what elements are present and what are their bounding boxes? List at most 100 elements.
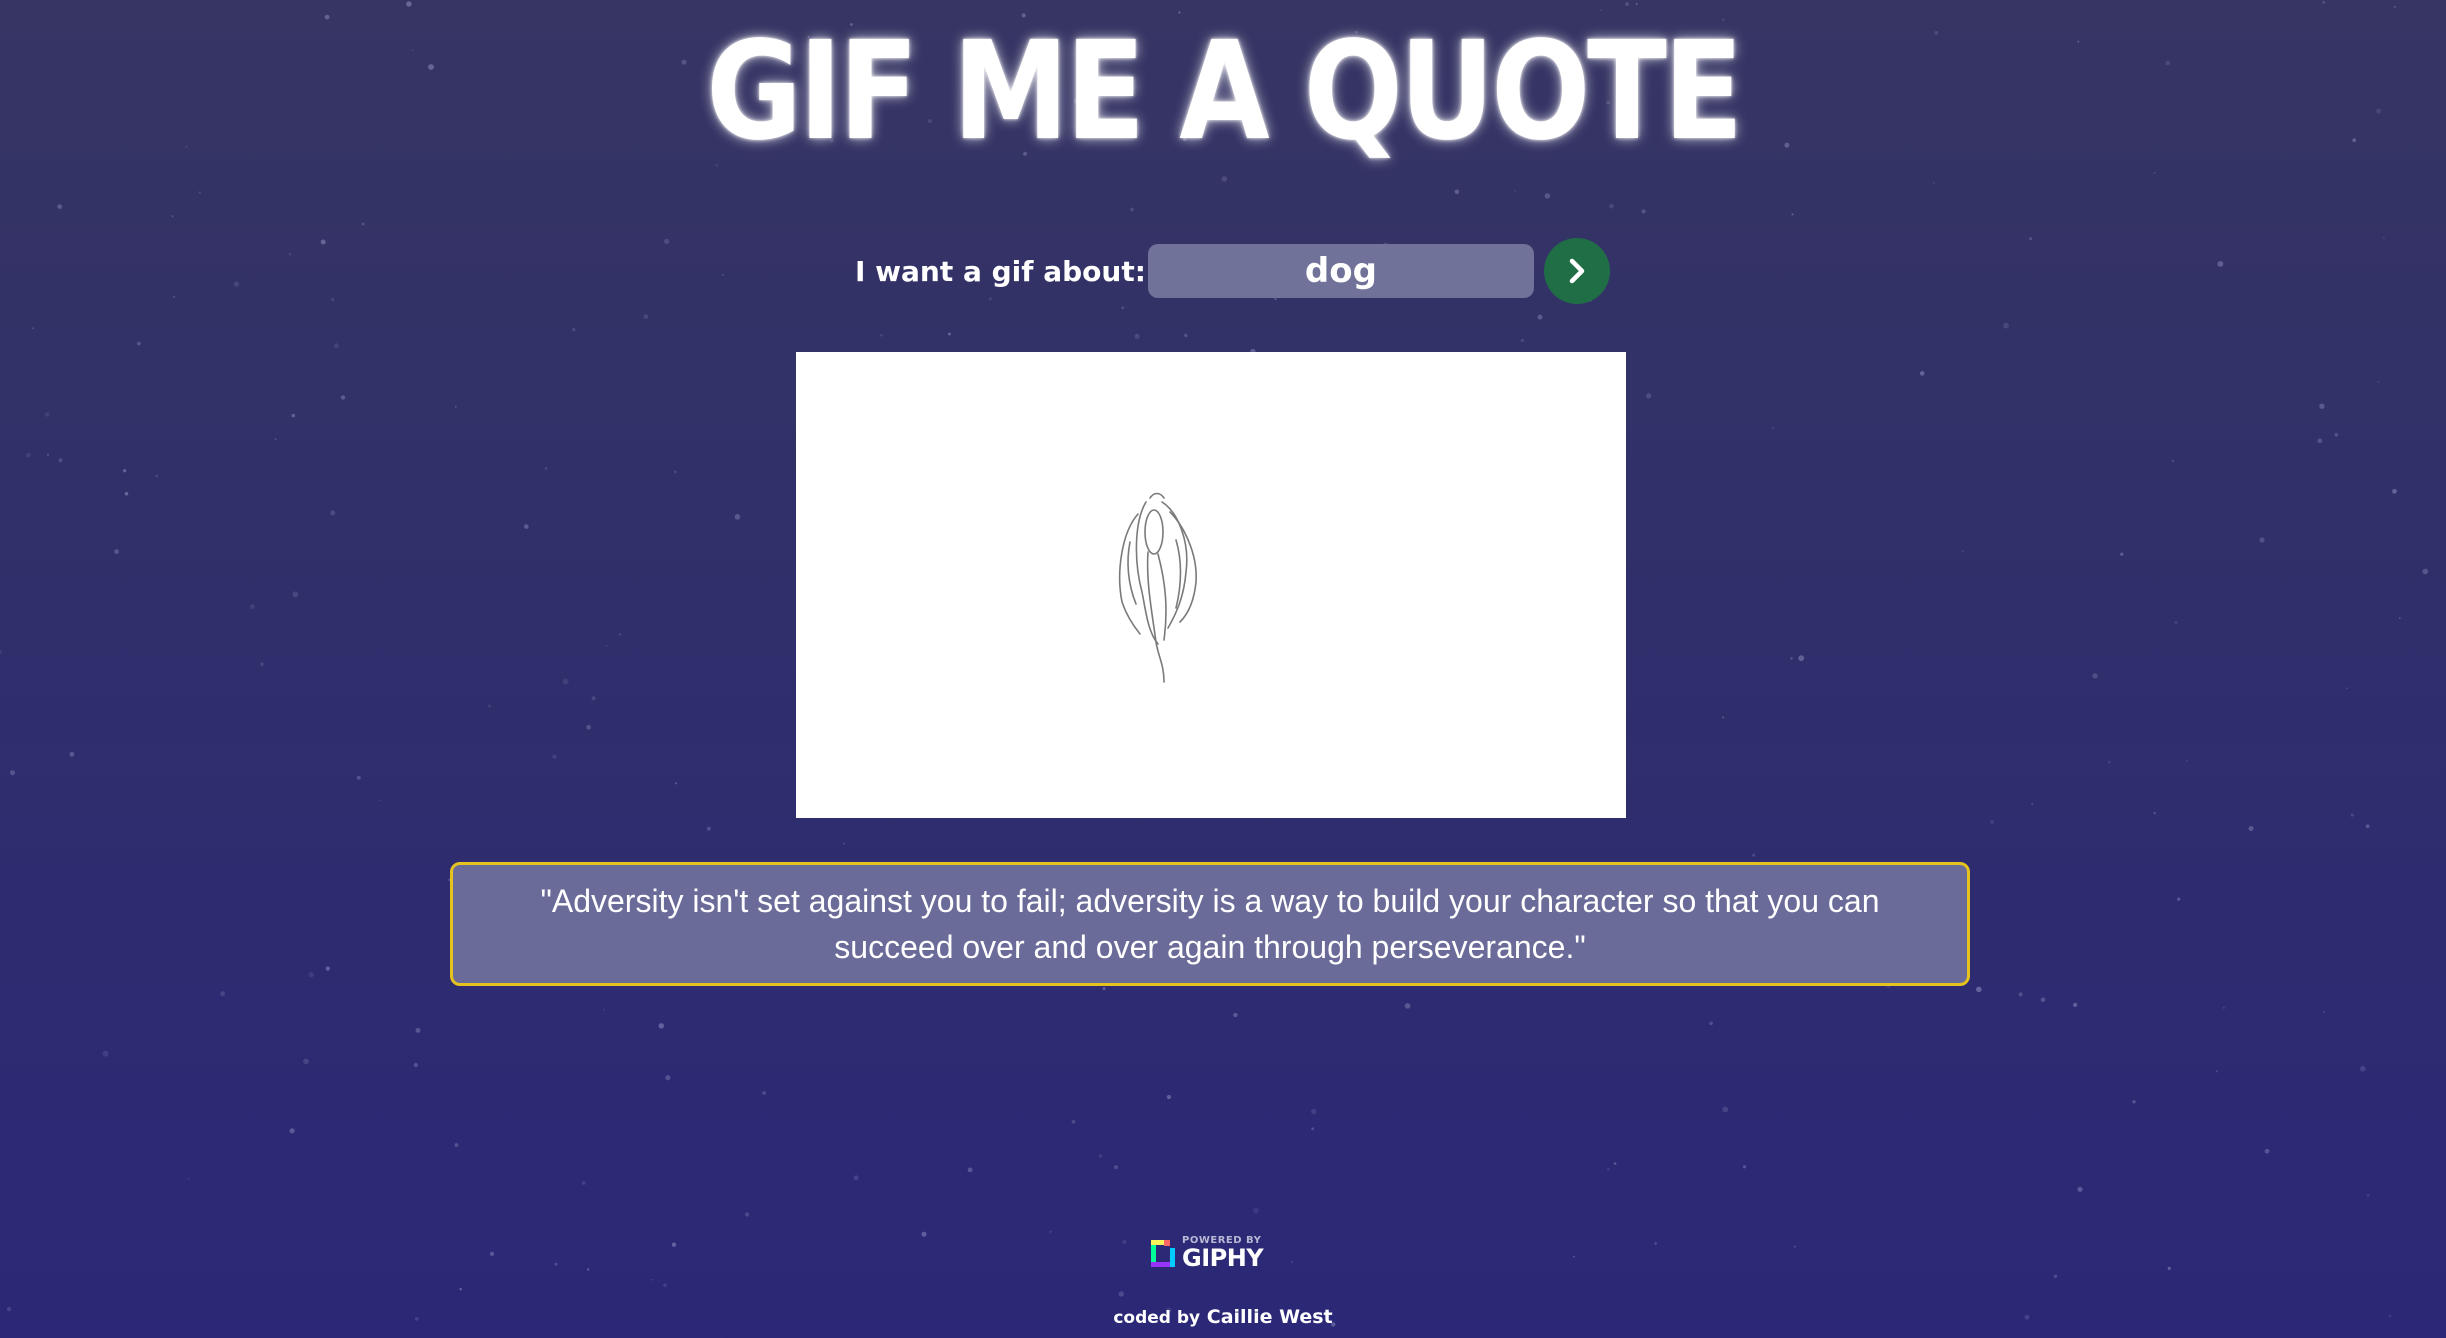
- star-speck: [1752, 853, 1756, 857]
- star-speck: [2092, 673, 2098, 679]
- star-speck: [605, 645, 608, 648]
- star-speck: [591, 696, 596, 701]
- search-input[interactable]: [1147, 244, 1534, 298]
- star-speck: [114, 549, 119, 554]
- submit-button[interactable]: [1543, 238, 1610, 304]
- star-speck: [320, 239, 326, 245]
- star-speck: [2264, 1148, 2270, 1154]
- star-speck: [488, 704, 491, 708]
- star-speck: [665, 1075, 671, 1081]
- star-speck: [1537, 314, 1543, 320]
- star-speck: [173, 295, 176, 298]
- star-speck: [1625, 2, 1629, 6]
- star-speck: [2153, 171, 2156, 174]
- star-speck: [1122, 1239, 1127, 1245]
- star-speck: [1233, 1012, 1238, 1018]
- star-speck: [1722, 716, 1725, 719]
- star-speck: [2077, 1186, 2083, 1192]
- star-speck: [2132, 1100, 2136, 1104]
- star-speck: [1253, 1207, 1259, 1214]
- star-speck: [1791, 213, 1794, 216]
- star-speck: [562, 678, 569, 685]
- star-speck: [2346, 687, 2348, 690]
- star-speck: [843, 842, 845, 845]
- star-speck: [2073, 1002, 2078, 1008]
- star-speck: [552, 754, 557, 759]
- star-speck: [155, 474, 159, 478]
- star-speck: [967, 1167, 973, 1173]
- star-speck: [554, 1262, 558, 1266]
- star-speck: [2215, 1070, 2218, 1073]
- star-speck: [1049, 1230, 1052, 1234]
- star-speck: [2040, 997, 2046, 1002]
- star-speck: [1134, 333, 1140, 339]
- star-speck: [1113, 1165, 1119, 1170]
- star-speck: [288, 252, 292, 256]
- star-speck: [1919, 371, 1925, 376]
- star-speck: [2186, 759, 2189, 762]
- star-speck: [1607, 1168, 1610, 1171]
- star-speck: [356, 775, 361, 780]
- star-speck: [31, 327, 34, 330]
- star-speck: [1962, 550, 1965, 553]
- star-speck: [706, 826, 711, 831]
- star-speck: [58, 458, 63, 463]
- star-speck: [2352, 138, 2357, 143]
- star-speck: [2031, 802, 2034, 805]
- star-speck: [921, 1231, 927, 1237]
- star-speck: [413, 1062, 418, 1068]
- star-speck: [1609, 203, 1614, 209]
- star-speck: [2222, 1006, 2225, 1009]
- star-speck: [2029, 237, 2033, 241]
- star-speck: [722, 274, 724, 276]
- star-speck: [2174, 620, 2178, 624]
- star-speck: [2053, 1274, 2058, 1279]
- star-speck: [10, 770, 15, 776]
- star-speck: [303, 1058, 309, 1065]
- star-speck: [853, 1175, 859, 1181]
- star-speck: [2350, 813, 2354, 817]
- star-speck: [1184, 333, 1188, 338]
- star-speck: [524, 524, 529, 529]
- search-label: I want a gif about:: [855, 254, 1146, 288]
- star-speck: [2377, 381, 2380, 384]
- star-speck: [454, 1143, 459, 1147]
- star-speck: [26, 452, 31, 458]
- giphy-logo-icon: [1151, 1240, 1175, 1267]
- star-speck: [250, 604, 255, 610]
- star-speck: [1646, 393, 1652, 399]
- star-speck: [658, 1023, 664, 1029]
- star-speck: [1130, 207, 1134, 212]
- star-speck: [2217, 261, 2224, 267]
- quote-text: "Adversity isn't set against you to fail…: [540, 883, 1880, 965]
- star-speck: [330, 297, 335, 302]
- star-speck: [1098, 1154, 1103, 1158]
- star-speck: [124, 491, 129, 496]
- star-speck: [1520, 338, 1525, 343]
- star-speck: [325, 966, 330, 971]
- powered-by-giphy-badge[interactable]: POWERED BY GIPHY: [1148, 1236, 1264, 1270]
- credit-author: Caillie West: [1206, 1306, 1333, 1328]
- star-speck: [2018, 992, 2023, 997]
- star-speck: [1599, 9, 1602, 12]
- star-speck: [2323, 1010, 2326, 1013]
- star-speck: [489, 1251, 495, 1256]
- chevron-right-icon: [1569, 258, 1585, 284]
- star-speck: [2120, 552, 2124, 556]
- star-speck: [947, 332, 951, 336]
- star-speck: [673, 470, 677, 474]
- star-speck: [1613, 1162, 1617, 1165]
- star-speck: [291, 413, 295, 418]
- star-speck: [1635, 2, 1638, 6]
- star-speck: [1976, 986, 1982, 993]
- star-speck: [2334, 433, 2339, 437]
- star-speck: [334, 343, 339, 348]
- star-speck: [719, 1335, 722, 1337]
- star-speck: [880, 334, 883, 337]
- star-speck: [2422, 568, 2429, 575]
- star-speck: [651, 1278, 654, 1281]
- star-speck: [1641, 209, 1646, 214]
- star-speck: [734, 514, 741, 520]
- star-speck: [2365, 824, 2370, 829]
- star-speck: [233, 281, 239, 287]
